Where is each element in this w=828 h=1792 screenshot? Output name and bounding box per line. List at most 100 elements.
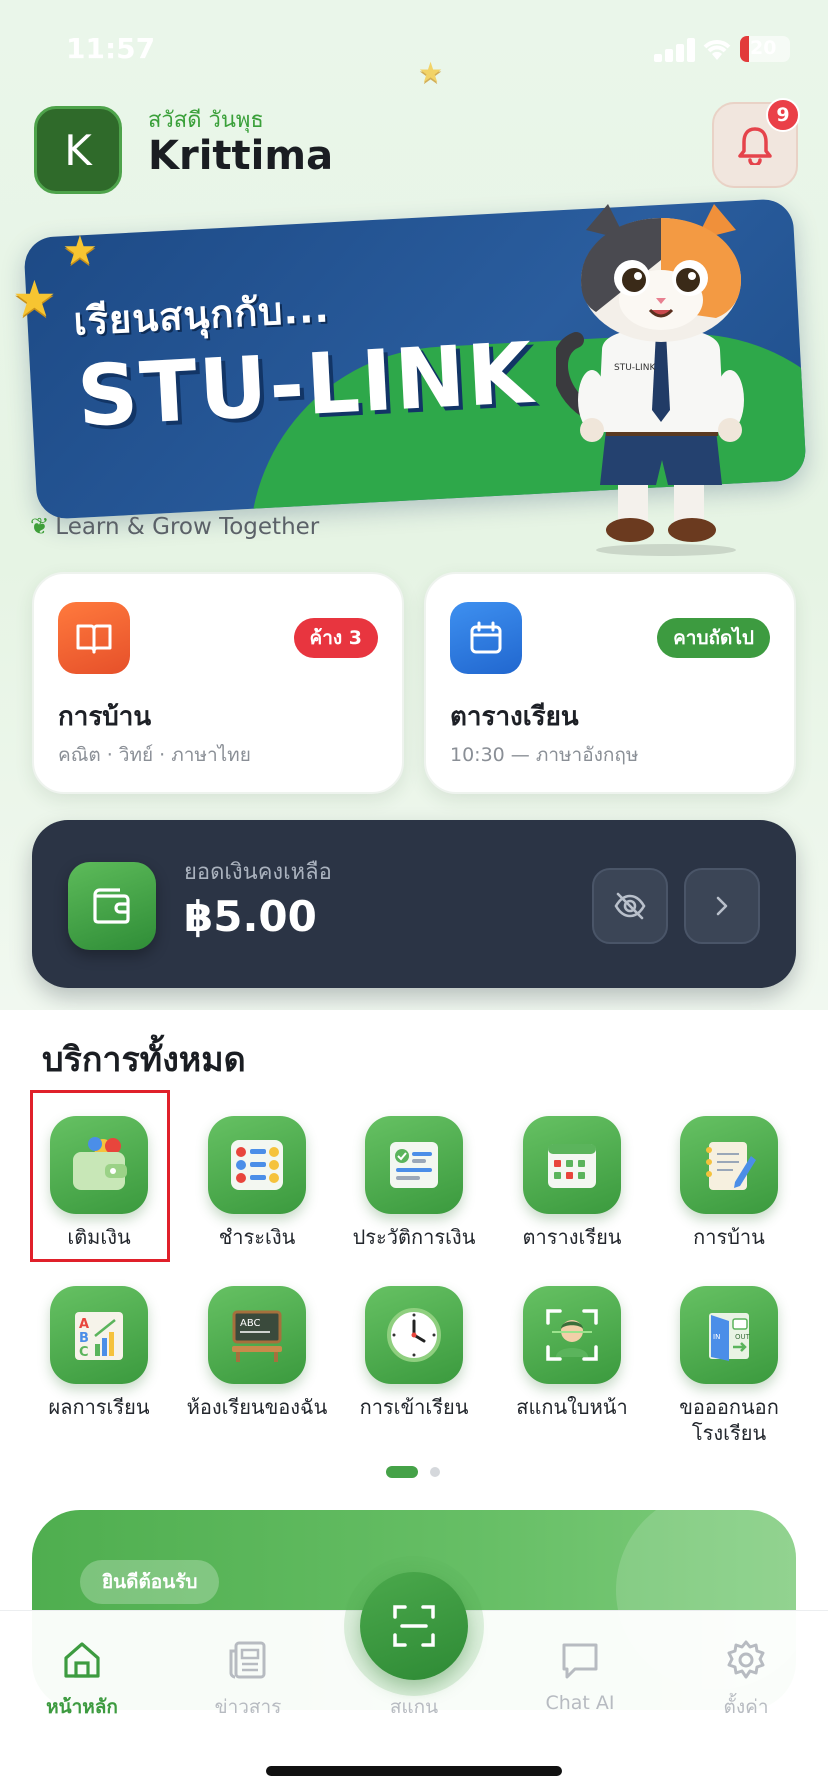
selected-service-highlight bbox=[30, 1090, 170, 1262]
schedule-card-next-class: 10:30 — ภาษาอังกฤษ bbox=[450, 744, 639, 766]
exit-door-icon: IN OUT bbox=[709, 1313, 751, 1361]
tagline-text: Learn & Grow Together bbox=[55, 514, 320, 540]
tab-scan[interactable]: สแกน bbox=[354, 1636, 474, 1722]
grades-tile: A B C bbox=[50, 1286, 148, 1384]
homework-card-title: การบ้าน bbox=[58, 702, 152, 732]
service-schedule[interactable]: ตารางเรียน bbox=[497, 1116, 647, 1250]
schedule-card[interactable]: คาบถัดไป ตารางเรียน 10:30 — ภาษาอังกฤษ bbox=[424, 572, 796, 794]
tab-label: Chat AI bbox=[545, 1692, 615, 1714]
chat-bubble-icon bbox=[562, 1643, 598, 1679]
classroom-icon: ABC bbox=[232, 1310, 282, 1362]
page-dot-active bbox=[386, 1466, 418, 1478]
service-finance-history[interactable]: ประวัติการเงิน bbox=[339, 1116, 489, 1250]
services-page-indicator[interactable] bbox=[386, 1466, 446, 1478]
toggle-balance-visibility-button[interactable] bbox=[592, 868, 668, 944]
service-attendance[interactable]: การเข้าเรียน bbox=[339, 1286, 489, 1420]
homework-card[interactable]: ค้าง 3 การบ้าน คณิต · วิทย์ · ภาษาไทย bbox=[32, 572, 404, 794]
battery-level: 20 bbox=[750, 37, 777, 59]
book-icon bbox=[76, 624, 112, 654]
service-label: ขอออกนอกโรงเรียน bbox=[679, 1395, 779, 1445]
page-dot[interactable] bbox=[430, 1467, 440, 1477]
service-grades[interactable]: A B C ผลการเรียน bbox=[24, 1286, 174, 1420]
tab-label: สแกน bbox=[389, 1696, 439, 1718]
service-label: ชำระเงิน bbox=[218, 1225, 296, 1249]
svg-text:OUT: OUT bbox=[735, 1333, 751, 1341]
homework-card-subjects: คณิต · วิทย์ · ภาษาไทย bbox=[58, 744, 251, 766]
clock-icon bbox=[387, 1308, 441, 1362]
attendance-tile bbox=[365, 1286, 463, 1384]
classroom-tile: ABC bbox=[208, 1286, 306, 1384]
service-label: ประวัติการเงิน bbox=[352, 1225, 476, 1249]
svg-text:ABC: ABC bbox=[240, 1318, 261, 1329]
home-indicator bbox=[266, 1766, 562, 1776]
leave-school-tile: IN OUT bbox=[680, 1286, 778, 1384]
svg-text:C: C bbox=[79, 1345, 89, 1360]
service-leave-school[interactable]: IN OUT ขอออกนอกโรงเรียน bbox=[654, 1286, 804, 1446]
bell-icon bbox=[738, 127, 772, 165]
face-scan-tile bbox=[523, 1286, 621, 1384]
service-payment[interactable]: ชำระเงิน bbox=[182, 1116, 332, 1250]
calendar-icon bbox=[470, 621, 502, 654]
wallet-icon-box bbox=[68, 862, 156, 950]
star-icon: ★ bbox=[62, 228, 98, 274]
chevron-right-icon bbox=[716, 896, 728, 916]
status-time: 11:57 bbox=[66, 32, 156, 65]
balance-details-button[interactable] bbox=[684, 868, 760, 944]
greeting-text: สวัสดี วันพุธ bbox=[148, 108, 264, 133]
face-scan-icon bbox=[546, 1309, 598, 1361]
sprout-icon: ❦ bbox=[30, 514, 50, 540]
schedule-card-title: ตารางเรียน bbox=[450, 702, 579, 732]
finance-history-icon bbox=[390, 1142, 438, 1188]
homework-card-icon-box bbox=[58, 602, 130, 674]
svg-text:B: B bbox=[79, 1331, 89, 1346]
services-title: บริการทั้งหมด bbox=[42, 1040, 246, 1080]
avatar[interactable]: K bbox=[34, 106, 122, 194]
homework-pending-badge: ค้าง 3 bbox=[293, 618, 378, 658]
service-label: การบ้าน bbox=[693, 1225, 765, 1249]
tab-chat-ai[interactable]: Chat AI bbox=[520, 1636, 640, 1714]
eye-off-icon bbox=[614, 892, 646, 920]
balance-amount: ฿5.00 bbox=[184, 892, 317, 941]
tab-label: หน้าหลัก bbox=[46, 1696, 118, 1718]
schedule-tile bbox=[523, 1116, 621, 1214]
next-class-badge: คาบถัดไป bbox=[657, 618, 770, 658]
notebook-icon bbox=[706, 1142, 756, 1190]
svg-text:A: A bbox=[79, 1317, 89, 1332]
service-label: ผลการเรียน bbox=[48, 1395, 150, 1419]
home-icon bbox=[64, 1642, 100, 1678]
service-my-classroom[interactable]: ABC ห้องเรียนของฉัน bbox=[182, 1286, 332, 1420]
balance-label: ยอดเงินคงเหลือ bbox=[184, 860, 332, 885]
cellular-signal-icon bbox=[654, 38, 696, 62]
tab-label: ข่าวสาร bbox=[214, 1696, 282, 1718]
service-label: การเข้าเรียน bbox=[359, 1395, 469, 1419]
balance-card[interactable]: ยอดเงินคงเหลือ ฿5.00 bbox=[32, 820, 796, 988]
status-bar: 11:57 20 bbox=[0, 0, 828, 90]
welcome-pill: ยินดีต้อนรับ bbox=[80, 1560, 220, 1604]
tab-settings[interactable]: ตั้งค่า bbox=[686, 1636, 806, 1722]
wallet-icon bbox=[93, 888, 130, 924]
cat-mascot-illustration: STU-LINK bbox=[556, 204, 744, 556]
newspaper-icon bbox=[229, 1641, 266, 1679]
tab-news[interactable]: ข่าวสาร bbox=[188, 1636, 308, 1722]
battery-icon: 20 bbox=[740, 36, 790, 62]
svg-text:STU-LINK: STU-LINK bbox=[614, 363, 656, 373]
service-label: สแกนใบหน้า bbox=[516, 1395, 628, 1419]
payment-tile bbox=[208, 1116, 306, 1214]
tab-home[interactable]: หน้าหลัก bbox=[22, 1636, 142, 1722]
grades-chart-icon: A B C bbox=[75, 1312, 123, 1360]
service-homework[interactable]: การบ้าน bbox=[654, 1116, 804, 1250]
service-face-scan[interactable]: สแกนใบหน้า bbox=[497, 1286, 647, 1420]
notification-badge: 9 bbox=[766, 98, 800, 132]
service-label: ตารางเรียน bbox=[522, 1225, 622, 1249]
user-name: Krittima bbox=[148, 133, 334, 179]
svg-text:IN: IN bbox=[713, 1333, 720, 1341]
payment-list-icon bbox=[231, 1140, 283, 1190]
calendar-icon bbox=[548, 1144, 596, 1188]
finance-history-tile bbox=[365, 1116, 463, 1214]
service-label: ห้องเรียนของฉัน bbox=[186, 1395, 328, 1419]
star-icon: ★ bbox=[12, 270, 57, 328]
gear-icon bbox=[727, 1640, 765, 1679]
schedule-card-icon-box bbox=[450, 602, 522, 674]
tab-label: ตั้งค่า bbox=[723, 1696, 769, 1718]
banner-tagline: ❦ Learn & Grow Together bbox=[30, 514, 319, 540]
